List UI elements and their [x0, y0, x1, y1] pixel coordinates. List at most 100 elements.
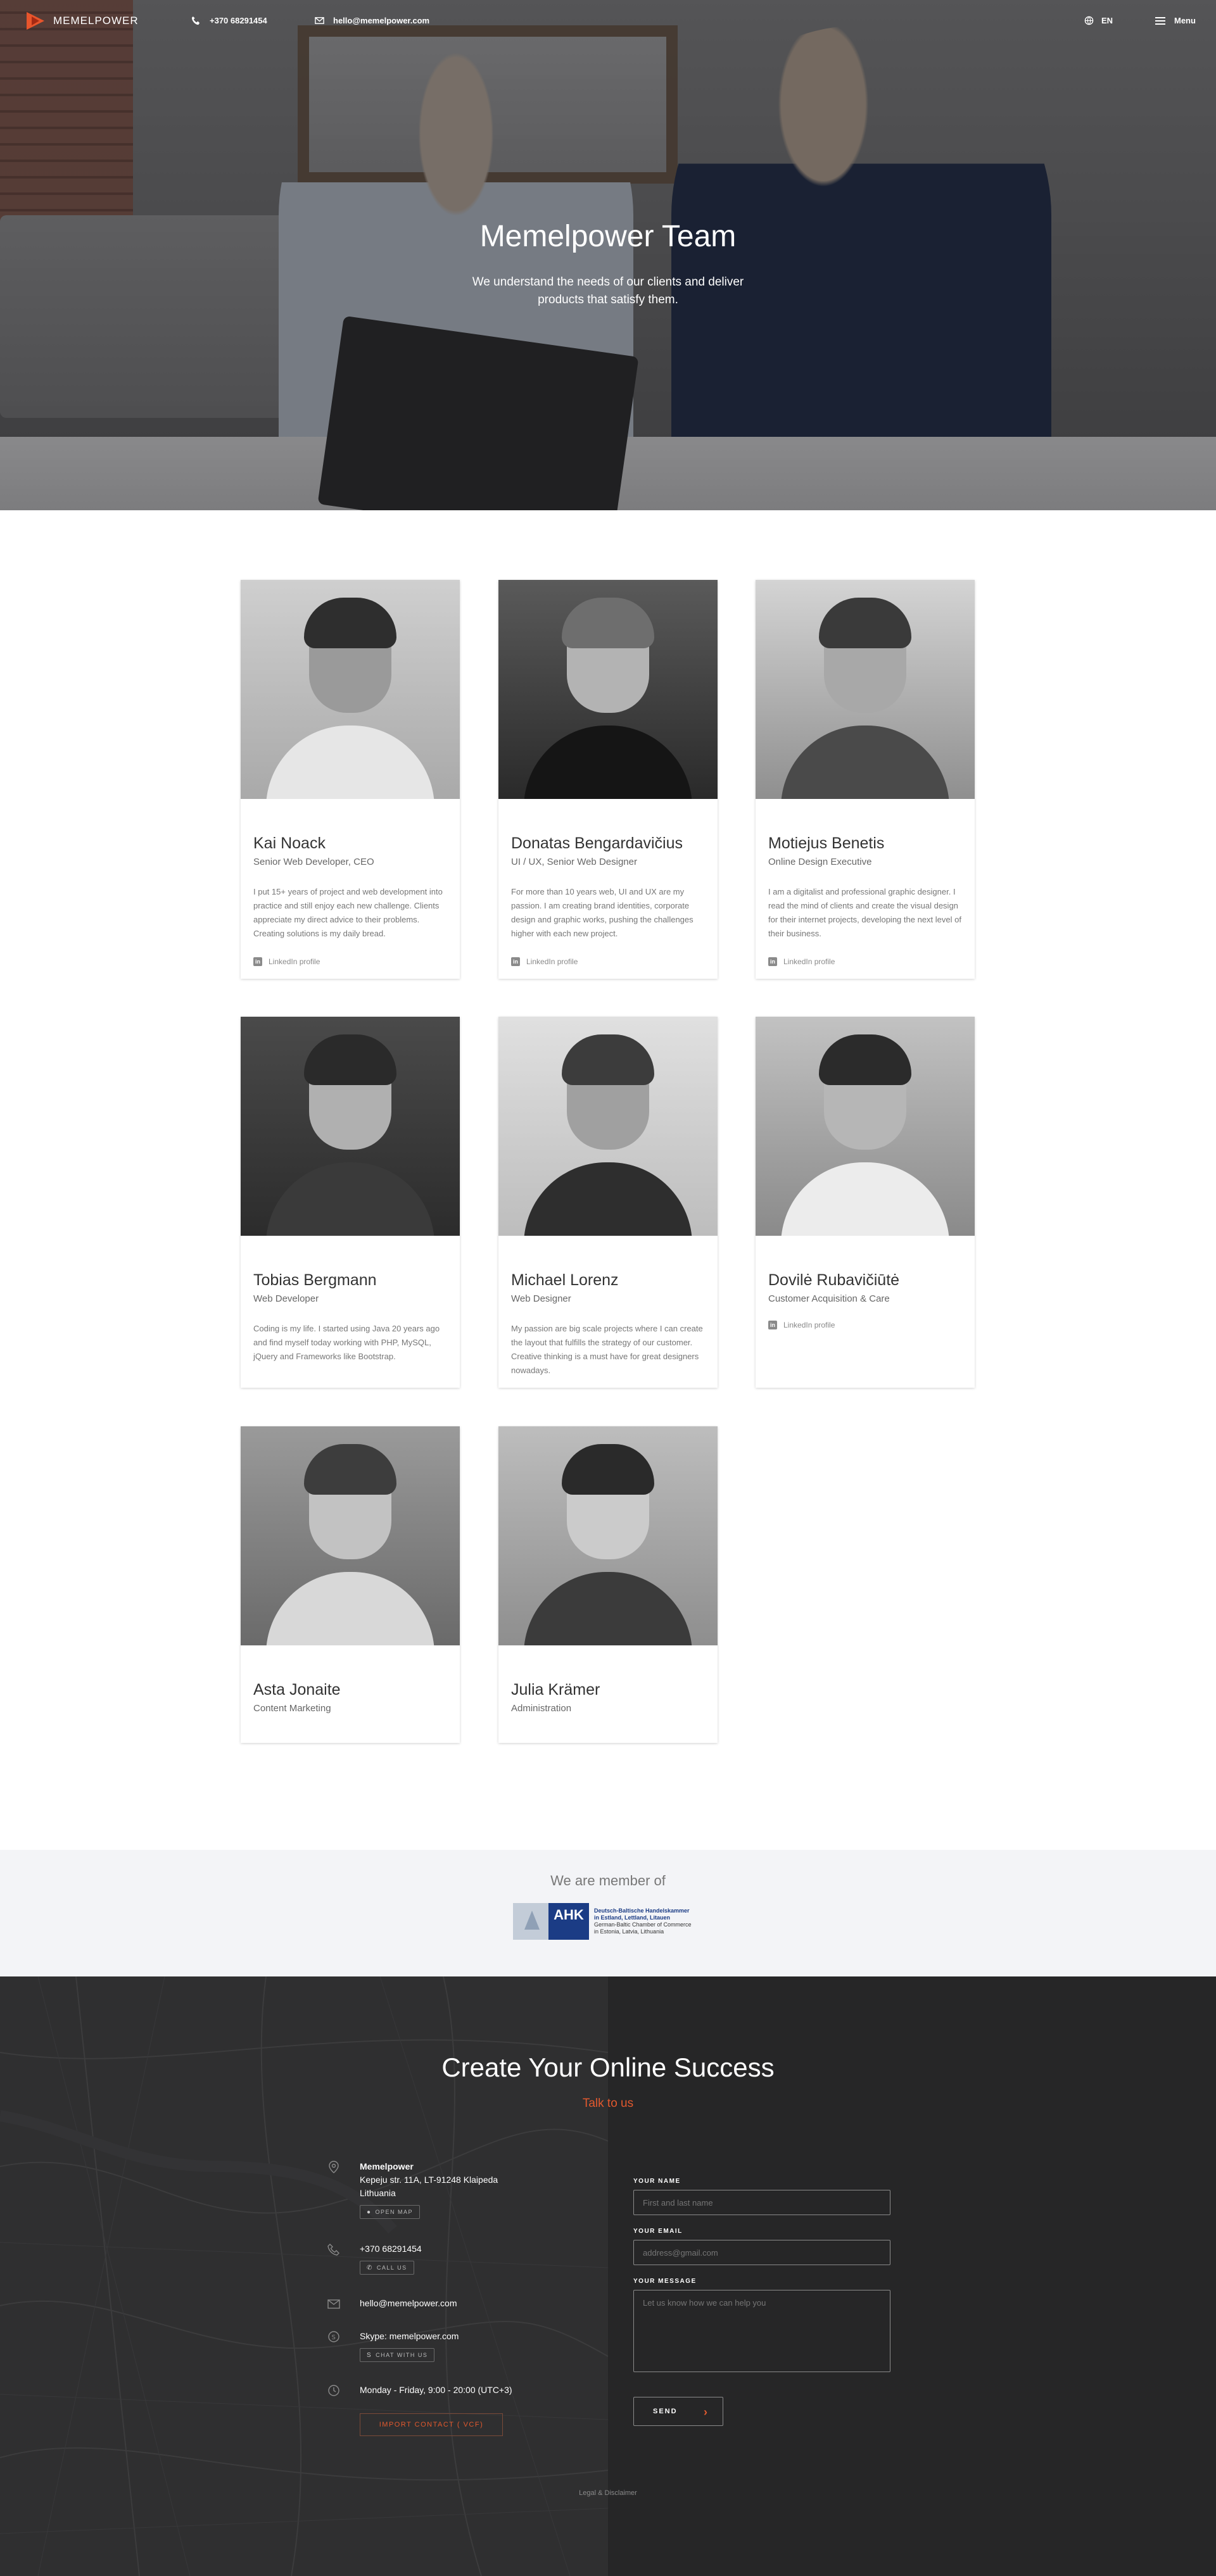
message-textarea[interactable]: [633, 2290, 890, 2372]
team-member-role: Web Developer: [253, 1293, 319, 1304]
membership-title: We are member of: [550, 1873, 666, 1888]
ship-icon: [513, 1903, 548, 1940]
import-contact-button[interactable]: IMPORT CONTACT ( VCF): [360, 2413, 503, 2436]
chat-with-us-button[interactable]: S CHAT WITH US: [360, 2348, 435, 2362]
team-section: Kai Noack Senior Web Developer, CEO I pu…: [0, 510, 1216, 1850]
opening-hours: Monday - Friday, 9:00 - 20:00 (UTC+3): [360, 2385, 512, 2395]
language-switcher[interactable]: EN: [1084, 16, 1113, 25]
phone-icon: [327, 2244, 339, 2256]
address-block: Memelpower Kepeju str. 11A, LT-91248 Kla…: [329, 2160, 498, 2219]
ahk-logo[interactable]: AHK Deutsch-Baltische Handelskammer in E…: [513, 1903, 697, 1940]
globe-icon: [1084, 16, 1094, 25]
open-map-button[interactable]: ● OPEN MAP: [360, 2205, 421, 2219]
call-us-button[interactable]: ✆ CALL US: [360, 2261, 414, 2275]
send-button[interactable]: SEND ›: [633, 2397, 723, 2426]
team-member-photo: [498, 1426, 718, 1645]
skype-icon: S: [328, 2331, 339, 2342]
team-member-photo: [241, 1426, 460, 1645]
email-block: hello@memelpower.com: [327, 2297, 457, 2310]
team-member-bio: I put 15+ years of project and web devel…: [253, 887, 443, 938]
linkedin-icon: in: [511, 957, 520, 966]
membership-section: We are member of AHK Deutsch-Baltische H…: [0, 1850, 1216, 1976]
ahk-logo-line: German-Baltic Chamber of Commerce: [594, 1921, 692, 1928]
contact-phone: +370 68291454: [360, 2244, 422, 2254]
ahk-logo-line: in Estonia, Latvia, Lithuania: [594, 1928, 664, 1935]
team-member-photo: [498, 580, 718, 799]
contact-skype: Skype: memelpower.com: [360, 2331, 459, 2341]
menu-label: Menu: [1174, 16, 1196, 25]
header-phone-link[interactable]: +370 68291454: [191, 16, 267, 25]
menu-button[interactable]: Menu: [1155, 16, 1196, 25]
photo-figure: [819, 598, 911, 648]
team-card: Asta Jonaite Content Marketing: [241, 1426, 460, 1743]
team-card: Donatas Bengardavičius UI / UX, Senior W…: [498, 580, 718, 979]
photo-figure: [781, 1162, 949, 1236]
message-label: YOUR MESSAGE: [633, 2278, 697, 2285]
linkedin-icon: in: [768, 1321, 777, 1329]
linkedin-link[interactable]: in LinkedIn profile: [511, 957, 705, 966]
location-pin-icon: [329, 2161, 339, 2173]
hero-subtitle: We understand the needs of our clients a…: [472, 275, 744, 306]
mail-icon: [315, 17, 324, 24]
name-label: YOUR NAME: [633, 2178, 681, 2185]
team-card: Kai Noack Senior Web Developer, CEO I pu…: [241, 580, 460, 979]
hamburger-icon: [1155, 16, 1165, 25]
page-title: Memelpower Team: [479, 220, 737, 253]
chat-icon: S: [367, 2351, 372, 2359]
logo-icon: [27, 12, 47, 30]
legal-disclaimer-link[interactable]: Legal & Disclaimer: [0, 2489, 1216, 2497]
phone-small-icon: ✆: [367, 2264, 373, 2271]
team-member-role: UI / UX, Senior Web Designer: [511, 857, 637, 867]
photo-figure: [524, 1162, 692, 1236]
linkedin-link[interactable]: in LinkedIn profile: [253, 957, 447, 966]
company-country: Lithuania: [360, 2188, 396, 2198]
clock-icon: [328, 2385, 339, 2396]
team-member-name: Dovilė Rubavičiūtė: [768, 1271, 900, 1289]
team-member-photo: [498, 1017, 718, 1236]
email-label: YOUR EMAIL: [633, 2228, 683, 2235]
chat-with-us-label: CHAT WITH US: [376, 2351, 428, 2358]
team-member-name: Asta Jonaite: [253, 1681, 341, 1699]
ahk-logo-line: in Estland, Lettland, Litauen: [594, 1914, 671, 1921]
name-input[interactable]: [633, 2190, 890, 2215]
linkedin-link[interactable]: in LinkedIn profile: [768, 1321, 962, 1329]
map-pin-icon: ●: [367, 2208, 372, 2216]
company-name: Memelpower: [360, 2161, 414, 2171]
team-card: Motiejus Benetis Online Design Executive…: [756, 580, 975, 979]
team-member-role: Online Design Executive: [768, 857, 872, 867]
svg-text:S: S: [332, 2334, 336, 2341]
team-member-role: Content Marketing: [253, 1703, 331, 1714]
photo-figure: [266, 726, 434, 799]
team-member-bio: My passion are big scale projects where …: [511, 1324, 703, 1375]
linkedin-link[interactable]: in LinkedIn profile: [768, 957, 962, 966]
photo-figure: [266, 1162, 434, 1236]
logo[interactable]: MEMELPOWER: [27, 12, 139, 30]
contact-section: Create Your Online Success Talk to us Me…: [0, 1976, 1216, 2576]
team-member-name: Michael Lorenz: [511, 1271, 619, 1289]
contact-email-link[interactable]: hello@memelpower.com: [360, 2298, 457, 2308]
team-member-bio: I am a digitalist and professional graph…: [768, 887, 961, 938]
team-member-role: Web Designer: [511, 1293, 571, 1304]
team-card: Julia Krämer Administration: [498, 1426, 718, 1743]
linkedin-label: LinkedIn profile: [783, 1321, 835, 1329]
team-member-photo: [241, 1017, 460, 1236]
linkedin-label: LinkedIn profile: [783, 957, 835, 966]
contact-subtitle: Talk to us: [582, 2097, 634, 2110]
team-member-photo: [756, 1017, 975, 1236]
team-member-bio: Coding is my life. I started using Java …: [253, 1324, 440, 1361]
photo-figure: [266, 1572, 434, 1645]
contact-title: Create Your Online Success: [441, 2052, 775, 2082]
logo-text: MEMELPOWER: [53, 15, 139, 27]
photo-figure: [819, 1034, 911, 1085]
envelope-icon: [327, 2299, 340, 2309]
header-email-link[interactable]: hello@memelpower.com: [315, 16, 429, 25]
email-input[interactable]: [633, 2240, 890, 2265]
linkedin-icon: in: [768, 957, 777, 966]
hero-overlay: [0, 0, 1216, 510]
hours-block: Monday - Friday, 9:00 - 20:00 (UTC+3): [328, 2384, 512, 2397]
ahk-logo-abbr: AHK: [548, 1903, 589, 1940]
photo-figure: [304, 598, 396, 648]
header-phone-text: +370 68291454: [210, 16, 267, 25]
phone-block: +370 68291454 ✆ CALL US: [327, 2242, 422, 2275]
team-member-role: Senior Web Developer, CEO: [253, 857, 374, 867]
